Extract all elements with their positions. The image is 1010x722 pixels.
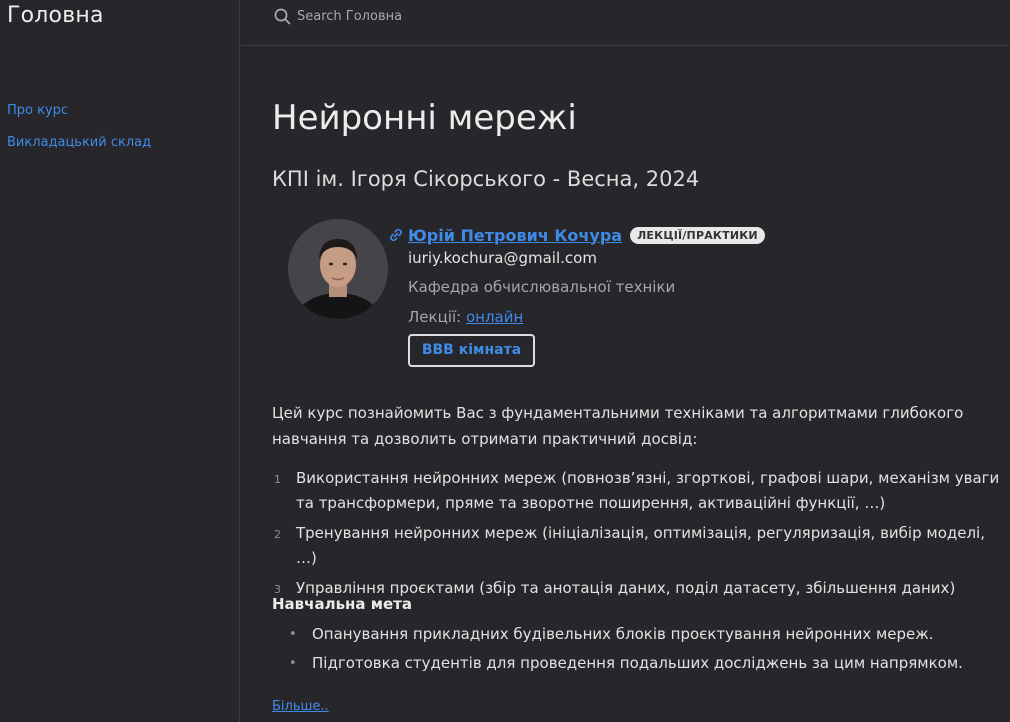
page-title: Нейронні мережі	[272, 98, 577, 138]
instructor-department: Кафедра обчислювальної техніки	[408, 278, 676, 296]
instructor-name-link[interactable]: Юрій Петрович Кочура	[408, 226, 622, 245]
more-link[interactable]: Більше..	[272, 699, 329, 714]
bbb-room-button[interactable]: BBB кімната	[408, 334, 535, 367]
list-item: • Опанування прикладних будівельних блок…	[272, 622, 1007, 647]
instructor-name-row: Юрій Петрович Кочура ЛЕКЦІЇ/ПРАКТИКИ	[388, 223, 765, 247]
list-item: • Підготовка студентів для проведення по…	[272, 651, 1007, 676]
instructor-card: Юрій Петрович Кочура ЛЕКЦІЇ/ПРАКТИКИ iur…	[288, 219, 988, 374]
bullet-icon: •	[289, 627, 297, 642]
list-item-text: Використання нейронних мереж (повнозв’яз…	[296, 469, 1000, 512]
list-item-text: Підготовка студентів для проведення пода…	[312, 654, 963, 672]
lectures-online-link[interactable]: онлайн	[466, 308, 523, 326]
list-item-number: 1	[274, 473, 281, 486]
course-description: Цей курс познайомить Вас з фундаментальн…	[272, 404, 964, 448]
list-item: 2 Тренування нейронних мереж (ініціаліза…	[272, 521, 1007, 571]
lectures-row: Лекції: онлайн	[408, 308, 523, 326]
search-input[interactable]: Search Головна	[297, 9, 402, 24]
instructor-email: iuriy.kochura@gmail.com	[408, 249, 597, 267]
goals-heading: Навчальна мета	[272, 595, 413, 613]
app: Головна Про курс Викладацький склад Sear…	[0, 0, 1010, 722]
bullet-icon: •	[289, 656, 297, 671]
list-item-number: 2	[274, 528, 281, 541]
link-icon	[388, 227, 404, 243]
list-item: 1 Використання нейронних мереж (повнозв’…	[272, 466, 1007, 516]
sidebar: Головна Про курс Викладацький склад	[0, 0, 240, 722]
header: Search Головна	[241, 0, 1010, 46]
list-item-text: Опанування прикладних будівельних блоків…	[312, 625, 934, 643]
goals-list: • Опанування прикладних будівельних блок…	[272, 622, 1007, 680]
search-icon	[274, 8, 291, 25]
avatar-photo	[288, 219, 388, 319]
lectures-label: Лекції:	[408, 308, 462, 326]
sidebar-item-about[interactable]: Про курс	[7, 102, 151, 134]
instructor-info: Юрій Петрович Кочура ЛЕКЦІЇ/ПРАКТИКИ	[388, 223, 765, 247]
avatar	[288, 219, 388, 319]
search-bar[interactable]: Search Головна	[274, 7, 402, 25]
sidebar-nav: Про курс Викладацький склад	[7, 102, 151, 166]
site-title[interactable]: Головна	[7, 3, 104, 28]
list-item-text: Тренування нейронних мереж (ініціалізаці…	[296, 524, 985, 567]
page-subtitle: КПІ ім. Ігоря Сікорського - Весна, 2024	[272, 167, 700, 191]
sidebar-item-staff[interactable]: Викладацький склад	[7, 134, 151, 166]
topics-list: 1 Використання нейронних мереж (повнозв’…	[272, 466, 1007, 606]
role-badge: ЛЕКЦІЇ/ПРАКТИКИ	[630, 226, 765, 244]
